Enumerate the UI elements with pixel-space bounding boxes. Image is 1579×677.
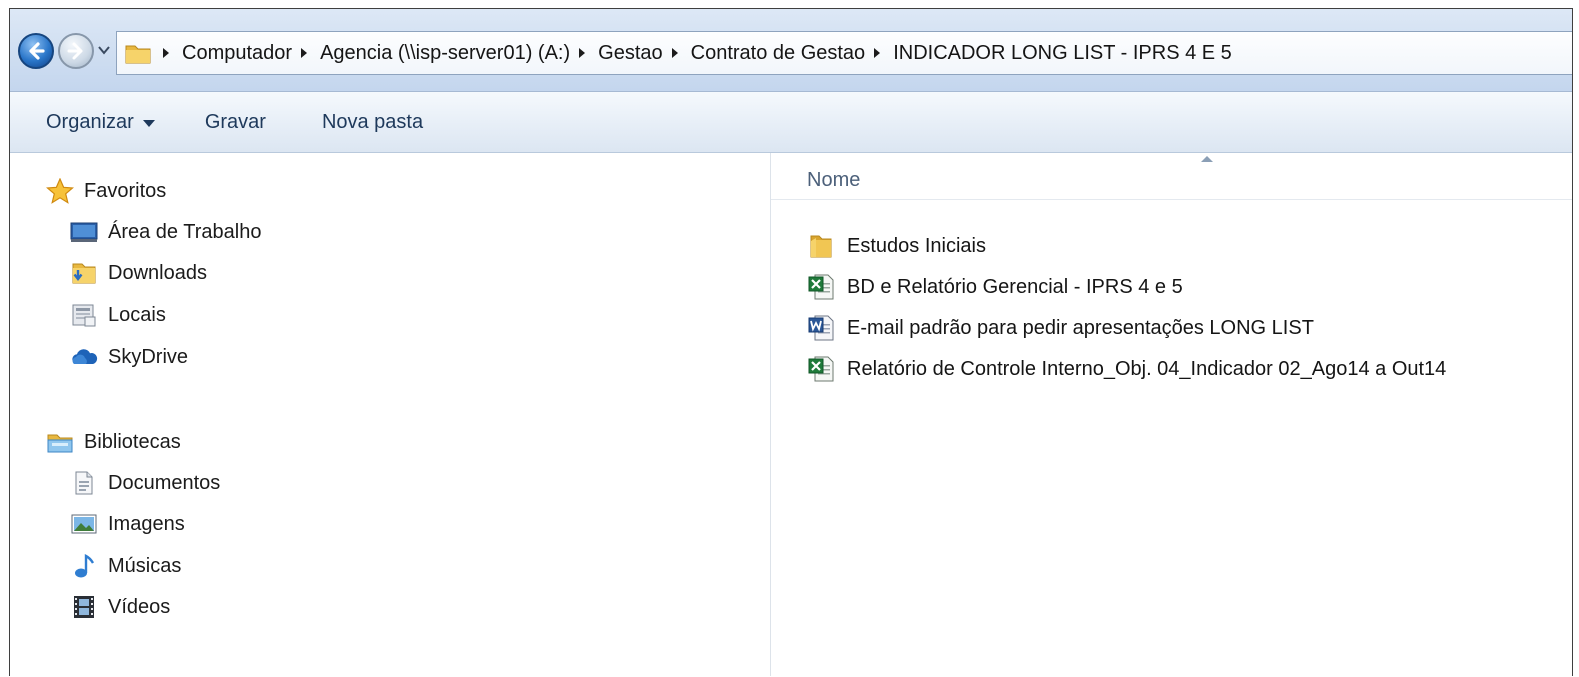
nav-favorites[interactable]: Favoritos — [46, 175, 166, 207]
explorer-window: Computador Agencia (\\isp-server01) (A:)… — [9, 8, 1573, 676]
back-arrow-icon — [29, 42, 45, 60]
video-film-icon — [70, 594, 98, 620]
downloads-folder-icon — [70, 260, 98, 286]
breadcrumb-separator-icon[interactable] — [671, 48, 678, 58]
nav-item-music[interactable]: Músicas — [70, 550, 181, 582]
music-note-icon — [70, 553, 98, 579]
skydrive-cloud-icon — [70, 344, 98, 370]
pictures-icon — [70, 511, 98, 537]
file-name: E-mail padrão para pedir apresentações L… — [847, 316, 1314, 339]
nav-item-label: Locais — [108, 303, 166, 326]
nav-favorites-label: Favoritos — [84, 179, 167, 202]
nav-item-pictures[interactable]: Imagens — [70, 508, 185, 540]
organize-label: Organizar — [46, 110, 134, 133]
breadcrumb-computer[interactable]: Computador — [178, 42, 296, 65]
breadcrumb-separator-icon[interactable] — [163, 48, 169, 58]
nav-item-label: Downloads — [108, 261, 207, 284]
breadcrumb-separator-icon[interactable] — [579, 48, 586, 58]
new-folder-label: Nova pasta — [321, 110, 424, 133]
file-row-word[interactable]: E-mail padrão para pedir apresentações L… — [807, 311, 1314, 345]
libraries-icon — [46, 429, 74, 455]
nav-item-label: Músicas — [108, 554, 182, 577]
address-bar[interactable]: Computador Agencia (\\isp-server01) (A:)… — [116, 31, 1572, 75]
nav-libraries[interactable]: Bibliotecas — [46, 426, 181, 458]
word-file-icon — [807, 314, 835, 342]
recent-pages-button[interactable] — [97, 43, 111, 57]
excel-file-icon — [807, 355, 835, 383]
star-icon — [46, 178, 74, 204]
breadcrumb-current-folder[interactable]: INDICADOR LONG LIST - IPRS 4 E 5 — [889, 42, 1236, 65]
nav-item-downloads[interactable]: Downloads — [70, 257, 207, 289]
nav-item-label: Imagens — [108, 512, 185, 535]
burn-label: Gravar — [204, 110, 266, 133]
folder-icon — [807, 232, 835, 260]
nav-item-recent-places[interactable]: Locais — [70, 299, 166, 331]
file-name: Relatório de Controle Interno_Obj. 04_In… — [847, 357, 1447, 380]
breadcrumb-separator-icon[interactable] — [874, 48, 881, 58]
file-name: Estudos Iniciais — [847, 234, 986, 257]
breadcrumb-separator-icon[interactable] — [301, 48, 308, 58]
navigation-pane: Favoritos Área de Trabalho Downloads Loc… — [10, 153, 771, 676]
breadcrumb-gestao[interactable]: Gestao — [594, 42, 666, 65]
forward-button[interactable] — [58, 33, 94, 69]
nav-item-videos[interactable]: Vídeos — [70, 591, 170, 623]
forward-arrow-icon — [67, 42, 83, 60]
nav-item-desktop[interactable]: Área de Trabalho — [70, 216, 261, 248]
organize-button[interactable]: Organizar — [36, 105, 165, 140]
column-header-name[interactable]: Nome — [771, 153, 1572, 200]
nav-item-label: Documentos — [108, 471, 221, 494]
file-row-excel[interactable]: Relatório de Controle Interno_Obj. 04_In… — [807, 352, 1446, 386]
recent-places-icon — [70, 302, 98, 328]
folder-icon — [125, 45, 151, 64]
nav-item-label: SkyDrive — [108, 345, 189, 368]
command-bar: Organizar Gravar Nova pasta — [10, 92, 1572, 153]
nav-libraries-label: Bibliotecas — [84, 430, 181, 453]
nav-item-label: Área de Trabalho — [108, 220, 262, 243]
documents-icon — [70, 470, 98, 496]
breadcrumb-contrato-de-gestao[interactable]: Contrato de Gestao — [687, 42, 870, 65]
sort-ascending-icon — [1201, 156, 1213, 162]
back-button[interactable] — [18, 33, 54, 69]
excel-file-icon — [807, 273, 835, 301]
chevron-down-icon — [98, 46, 110, 55]
file-row-folder[interactable]: Estudos Iniciais — [807, 229, 986, 263]
new-folder-button[interactable]: Nova pasta — [312, 105, 433, 140]
nav-item-skydrive[interactable]: SkyDrive — [70, 341, 188, 373]
breadcrumb-agencia-drive[interactable]: Agencia (\\isp-server01) (A:) — [316, 42, 574, 65]
nav-item-documents[interactable]: Documentos — [70, 467, 220, 499]
nav-item-label: Vídeos — [108, 595, 171, 618]
file-row-excel[interactable]: BD e Relatório Gerencial - IPRS 4 e 5 — [807, 270, 1183, 304]
column-header-label: Nome — [807, 169, 861, 191]
file-name: BD e Relatório Gerencial - IPRS 4 e 5 — [847, 275, 1183, 298]
file-list-pane: Nome Estudos Iniciais BD e Relatório Ger… — [771, 153, 1572, 676]
address-bar-area: Computador Agencia (\\isp-server01) (A:)… — [10, 9, 1572, 92]
desktop-icon — [70, 219, 98, 245]
burn-button[interactable]: Gravar — [195, 105, 276, 140]
caret-down-icon — [142, 119, 155, 127]
